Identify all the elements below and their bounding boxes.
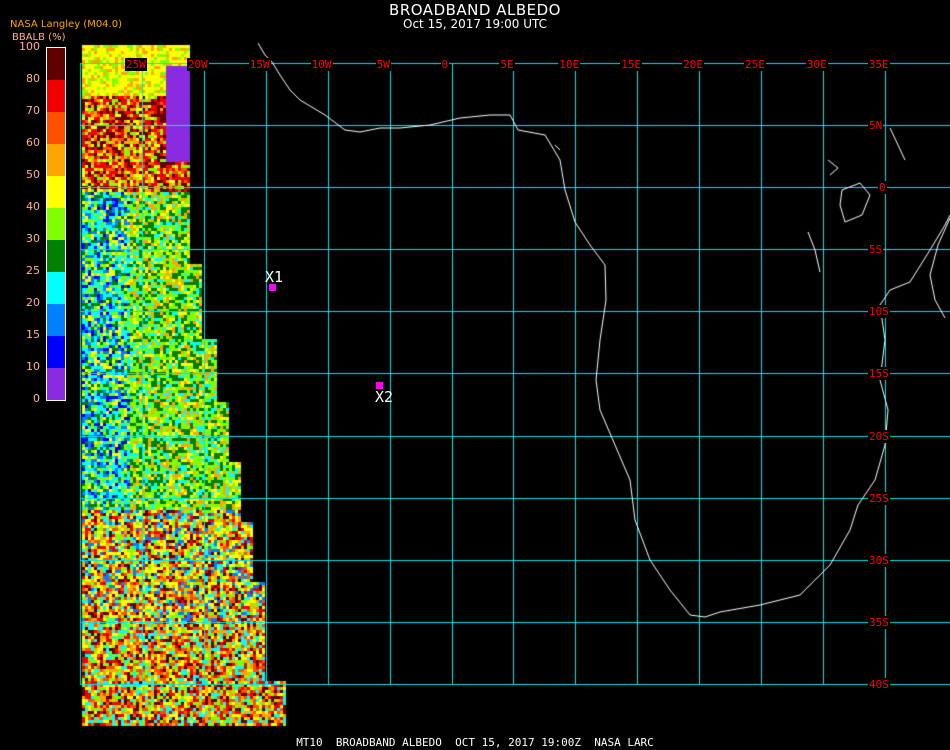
latitude-label: 10S xyxy=(868,305,890,319)
colorbar-label: 80 xyxy=(26,72,40,85)
colorbar-segment xyxy=(47,336,65,368)
latitude-label: 5S xyxy=(868,243,884,257)
latitude-label: 35S xyxy=(868,615,890,629)
longitude-label: 20E xyxy=(682,58,704,71)
colorbar-segment xyxy=(47,240,65,272)
colorbar-segment xyxy=(47,368,65,400)
colorbar-label: 70 xyxy=(26,104,40,117)
colorbar xyxy=(46,47,66,401)
longitude-label: 0 xyxy=(440,58,450,71)
latitude-label: 40S xyxy=(868,677,890,691)
latitude-label: 20S xyxy=(868,429,890,443)
colorbar-label: 60 xyxy=(26,136,40,149)
latitude-label: 0 xyxy=(878,181,887,195)
colorbar-label: 0 xyxy=(33,392,40,405)
colorbar-segment xyxy=(47,144,65,176)
longitude-label: 30E xyxy=(805,58,828,71)
colorbar-segment xyxy=(47,48,65,80)
organization-label: NASA Langley (M04.0) xyxy=(10,19,122,30)
colorbar-segment xyxy=(47,272,65,304)
colorbar-segment xyxy=(47,208,65,240)
colorbar-segment xyxy=(47,176,65,208)
longitude-label: 15W xyxy=(248,58,271,71)
longitude-label: 10W xyxy=(310,58,333,71)
marker-x2-label: X2 xyxy=(375,388,394,406)
longitude-label: 10E xyxy=(558,58,581,71)
longitude-label: 5E xyxy=(499,58,515,71)
longitude-label: 15E xyxy=(620,58,643,71)
colorbar-label: 40 xyxy=(26,200,40,213)
map-subtitle: Oct 15, 2017 19:00 UTC xyxy=(403,17,547,31)
colorbar-label: 10 xyxy=(26,360,40,373)
latitude-label: 30S xyxy=(868,553,890,567)
colorbar-segment xyxy=(47,112,65,144)
colorbar-label: 20 xyxy=(26,296,40,309)
longitude-label: 20W xyxy=(186,58,209,71)
longitude-label: 25E xyxy=(744,58,766,71)
longitude-label: 25W xyxy=(125,58,147,71)
colorbar-label: 30 xyxy=(26,232,40,245)
latitude-label: 25S xyxy=(868,491,890,505)
albedo-map[interactable] xyxy=(0,0,950,750)
colorbar-label: 50 xyxy=(26,168,40,181)
longitude-label: 35E xyxy=(867,58,890,71)
longitude-label: 5W xyxy=(375,58,391,71)
colorbar-label: 25 xyxy=(26,264,40,277)
colorbar-label: 15 xyxy=(26,328,40,341)
latitude-label: 15S xyxy=(868,367,890,381)
colorbar-label: 100 xyxy=(19,40,40,53)
footer-caption: MT10 BROADBAND ALBEDO OCT 15, 2017 19:00… xyxy=(296,736,654,749)
marker-x1-label: X1 xyxy=(265,268,284,286)
latitude-label: 5N xyxy=(868,119,884,132)
colorbar-segment xyxy=(47,80,65,112)
colorbar-segment xyxy=(47,304,65,336)
